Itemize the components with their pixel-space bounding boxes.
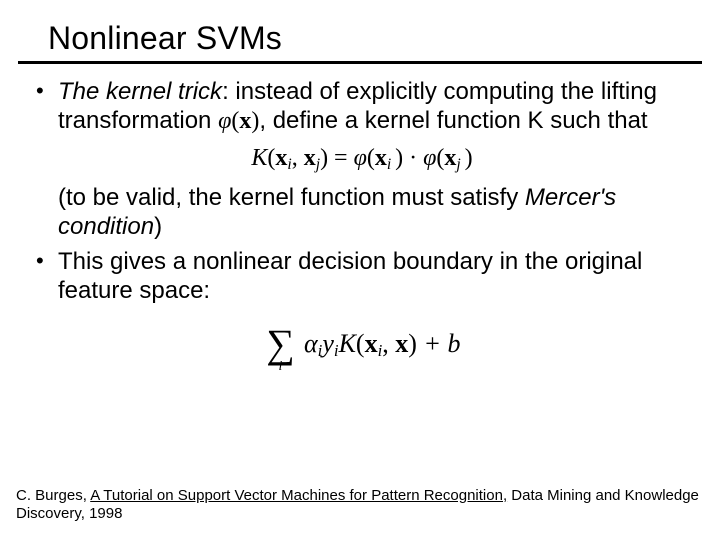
slide-title: Nonlinear SVMs [0,0,720,61]
citation: C. Burges, A Tutorial on Support Vector … [16,487,704,525]
eq-close-eq: ) = [320,145,354,171]
eq-phi2: φ [423,145,436,171]
dec-x2: x [395,329,408,358]
phi-x: (x) [231,108,259,134]
bullet-2: This gives a nonlinear decision boundary… [30,248,694,306]
eq-phi1: φ [354,145,367,171]
dec-close: ) [408,329,417,358]
slide-body: The kernel trick: instead of explicitly … [0,64,720,371]
eq-K: K [251,145,267,171]
dec-plus-b: + b [417,329,461,358]
bullet-1: The kernel trick: instead of explicitly … [30,78,694,136]
eq-xj-x: x [304,145,316,171]
bullet-list: The kernel trick: instead of explicitly … [30,78,694,136]
cite-author: C. Burges, [16,487,90,504]
dec-comma: , [382,329,395,358]
dec-alpha: α [304,329,318,358]
kernel-equation: K(xi, xj) = φ(xi ) · φ(xj ) [30,144,694,175]
valid-a: (to be valid, the kernel function must s… [58,184,525,211]
eq-phi1-open: ( [367,145,375,171]
dec-y: y [322,329,334,358]
dec-K: K [339,329,356,358]
eq-phi2-x: x [444,145,456,171]
eq-phi1-close: ) [395,145,403,171]
eq-phi2-j: j [456,155,464,172]
phi-symbol: φ [218,108,231,134]
decision-eq-body: αiyiK(xi, x) + b [304,328,461,362]
decision-equation: ∑ i αiyiK(xi, x) + b [30,317,694,371]
eq-phi1-i: i [387,155,395,172]
dec-xi-x: x [365,329,378,358]
sigma-block: ∑ i [263,317,297,371]
slide: Nonlinear SVMs The kernel trick: instead… [0,0,720,540]
eq-phi2-close: ) [465,145,473,171]
bullet-list-2: This gives a nonlinear decision boundary… [30,248,694,306]
mercer-condition-note: (to be valid, the kernel function must s… [30,184,694,242]
valid-c: ) [154,213,162,240]
eq-comma: , [292,145,304,171]
b1-text-b: , define a kernel function K such that [259,107,647,134]
dec-open: ( [356,329,365,358]
eq-xi-x: x [275,145,287,171]
cite-link[interactable]: A Tutorial on Support Vector Machines fo… [90,487,507,504]
kernel-trick-term: The kernel trick [58,78,222,105]
sigma-subscript: i [279,359,283,376]
eq-phi1-x: x [375,145,387,171]
eq-dot: · [403,145,423,171]
